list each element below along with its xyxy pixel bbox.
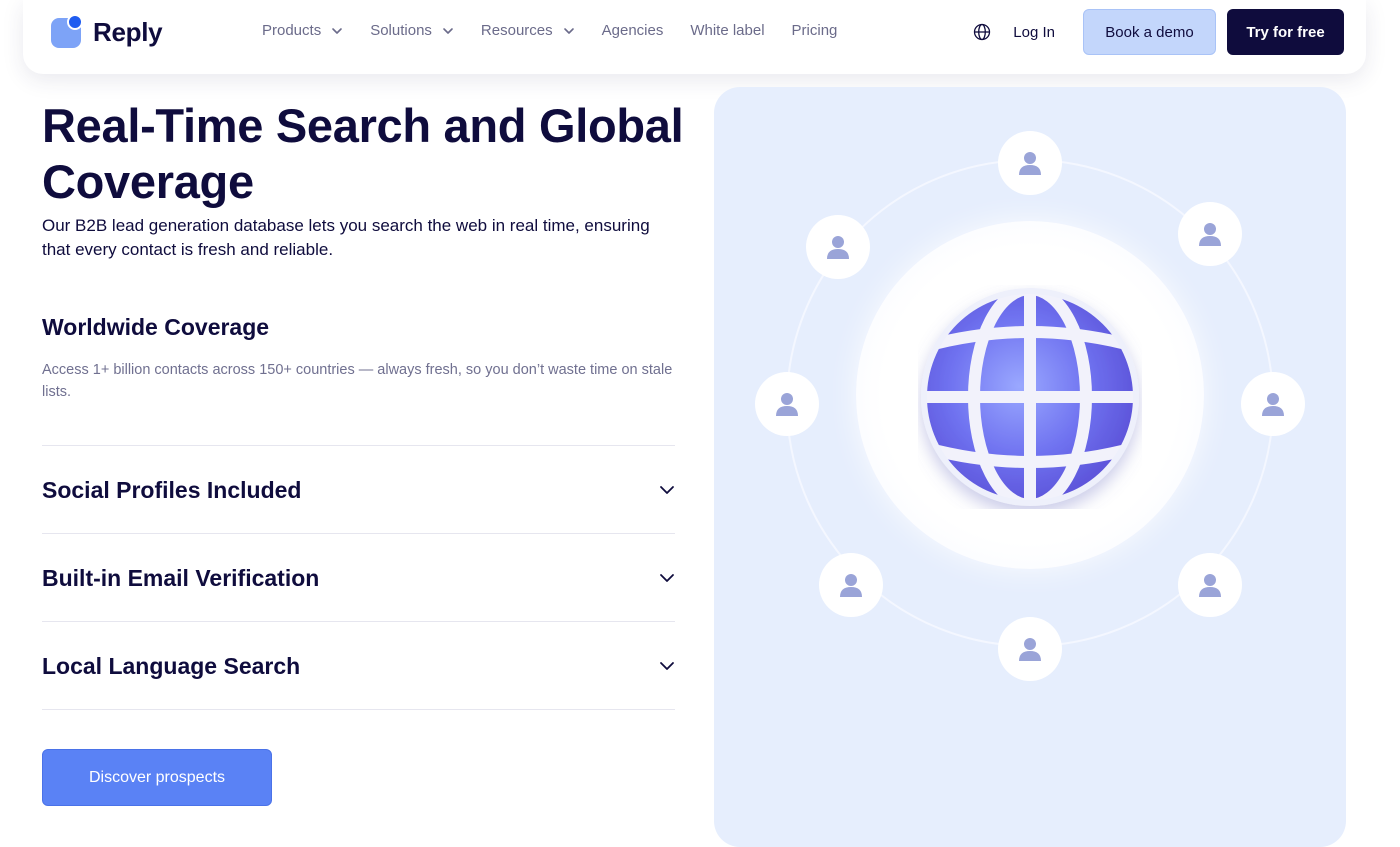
discover-prospects-button[interactable]: Discover prospects	[42, 749, 272, 806]
header-actions: Log In Book a demo Try for free	[973, 9, 1344, 55]
person-icon	[1262, 393, 1284, 416]
chevron-down-icon	[660, 574, 674, 582]
nav-products[interactable]: Products	[262, 22, 343, 39]
person-icon	[1199, 574, 1221, 597]
accordion-social-profiles[interactable]: Social Profiles Included	[42, 446, 675, 534]
book-demo-button[interactable]: Book a demo	[1083, 9, 1216, 55]
person-icon	[840, 574, 862, 597]
feature-worldwide-coverage-title[interactable]: Worldwide Coverage	[42, 314, 269, 341]
nav-resources[interactable]: Resources	[481, 22, 575, 39]
illustration-panel	[714, 87, 1346, 847]
contact-avatar	[755, 372, 819, 436]
site-header: Reply Products Solutions Resources Agenc…	[23, 0, 1366, 74]
contact-avatar	[998, 131, 1062, 195]
nav-solutions-label: Solutions	[370, 22, 432, 39]
feature-worldwide-coverage-description: Access 1+ billion contacts across 150+ c…	[42, 362, 673, 400]
accordion-local-language-search[interactable]: Local Language Search	[42, 622, 675, 710]
brand-logo[interactable]: Reply	[51, 14, 163, 48]
chevron-down-icon	[563, 27, 574, 34]
main-nav: Products Solutions Resources Agencies Wh…	[262, 22, 864, 39]
chevron-down-icon	[660, 662, 674, 670]
nav-agencies[interactable]: Agencies	[602, 22, 664, 39]
contact-avatar	[1241, 372, 1305, 436]
accordion-title: Built-in Email Verification	[42, 564, 320, 591]
accordion-title: Social Profiles Included	[42, 476, 302, 503]
person-icon	[1019, 638, 1041, 661]
divider	[42, 709, 675, 710]
nav-pricing[interactable]: Pricing	[792, 22, 838, 39]
nav-solutions[interactable]: Solutions	[370, 22, 454, 39]
contact-avatar	[1178, 202, 1242, 266]
nav-agencies-label: Agencies	[601, 22, 664, 39]
contact-avatar	[998, 617, 1062, 681]
reply-logo-icon	[51, 14, 83, 48]
chevron-down-icon	[443, 27, 453, 34]
person-icon	[1199, 223, 1221, 246]
nav-white-label[interactable]: White label	[690, 22, 764, 39]
page-subtitle: Our B2B lead generation database lets yo…	[42, 216, 650, 259]
globe-icon[interactable]	[973, 23, 991, 41]
nav-products-label: Products	[262, 22, 322, 39]
page-title: Real-Time Search and Global Coverage	[42, 99, 684, 208]
contact-avatar	[806, 215, 870, 279]
brand-name: Reply	[93, 16, 163, 47]
person-icon	[827, 236, 849, 259]
contact-avatar	[819, 553, 883, 617]
nav-white-label-label: White label	[690, 22, 765, 39]
chevron-down-icon	[332, 27, 343, 34]
try-free-button[interactable]: Try for free	[1227, 9, 1344, 55]
globe-illustration-icon	[921, 288, 1139, 506]
person-icon	[1019, 152, 1041, 175]
chevron-down-icon	[660, 486, 674, 494]
nav-resources-label: Resources	[480, 22, 553, 39]
contact-avatar	[1178, 553, 1242, 617]
login-link[interactable]: Log In	[1013, 24, 1055, 41]
nav-pricing-label: Pricing	[791, 22, 838, 39]
accordion-title: Local Language Search	[42, 652, 301, 679]
accordion-email-verification[interactable]: Built-in Email Verification	[42, 534, 675, 622]
person-icon	[776, 393, 798, 416]
